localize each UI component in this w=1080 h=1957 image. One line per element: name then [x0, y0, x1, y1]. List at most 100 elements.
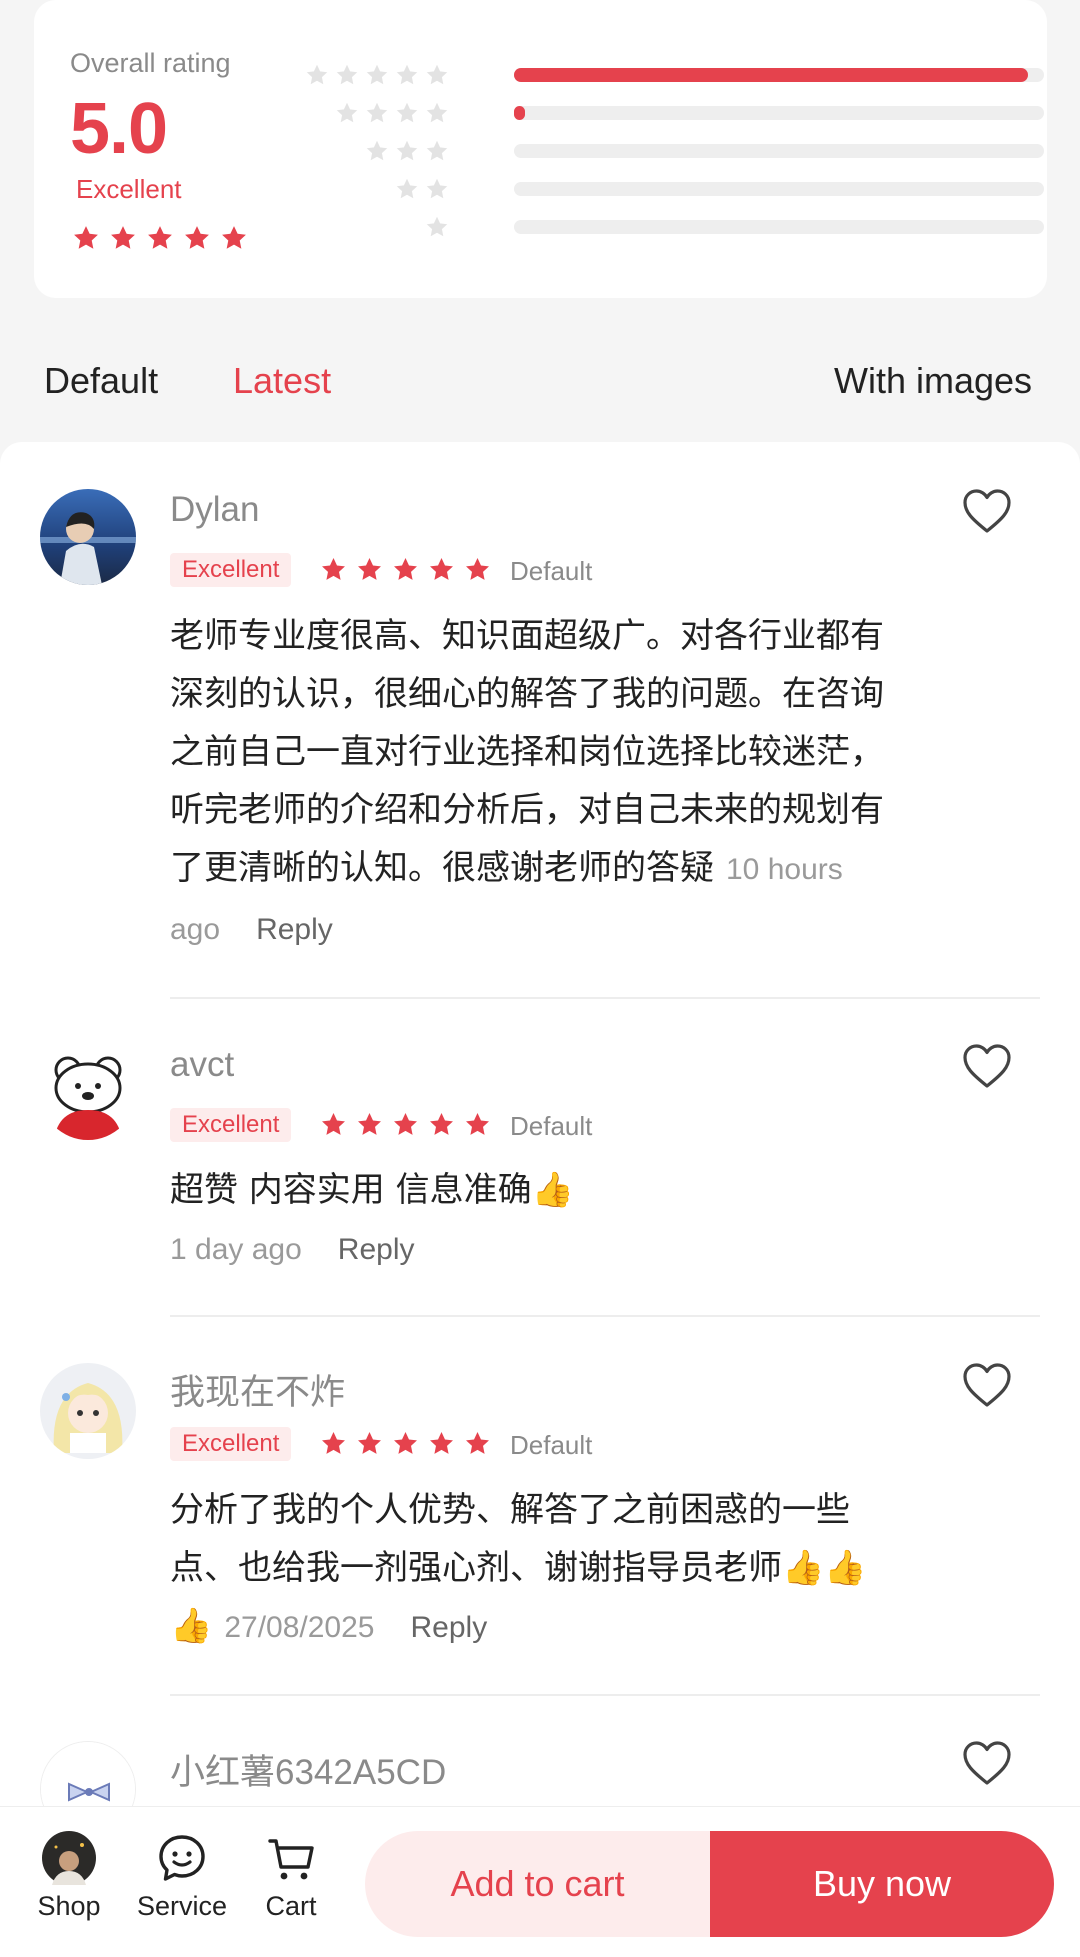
- star-icon: [464, 1430, 491, 1457]
- review-spec: Default: [510, 556, 593, 586]
- reviewer-name[interactable]: 小红薯6342A5CD: [170, 1744, 446, 1795]
- star-icon: [395, 139, 419, 163]
- review-spec: Default: [510, 1111, 593, 1141]
- rating-badge: Excellent: [170, 1427, 292, 1461]
- rating-row-4: [299, 101, 1044, 125]
- rating-row-stars: [299, 63, 449, 87]
- reply-button[interactable]: Reply: [411, 1611, 488, 1644]
- add-to-cart-button[interactable]: Add to cart: [365, 1831, 710, 1937]
- overall-rating-word: Excellent: [76, 174, 182, 204]
- reviewer-name[interactable]: avct: [170, 1045, 234, 1085]
- like-heart-icon[interactable]: [962, 488, 1012, 534]
- rating-bar: [514, 68, 1044, 82]
- rating-bar-fill: [514, 68, 1029, 82]
- review-text: 分析了我的个人优势、解答了之前困惑的一些点、也给我一剂强心剂、谢谢指导员老师👍👍…: [170, 1481, 890, 1657]
- rating-row-2: [299, 177, 1044, 201]
- star-icon: [464, 556, 491, 583]
- nav-service[interactable]: Service: [127, 1831, 237, 1922]
- rating-summary-card: Overall rating 5.0 Excellent: [34, 0, 1047, 298]
- tab-default[interactable]: Default: [44, 360, 158, 402]
- rating-row-1: [299, 215, 1044, 239]
- rating-row-stars: [299, 215, 449, 239]
- star-icon: [72, 224, 100, 252]
- star-icon: [425, 63, 449, 87]
- reply-button[interactable]: Reply: [256, 913, 333, 946]
- rating-bar: [514, 144, 1044, 158]
- star-icon: [109, 224, 137, 252]
- review-list: Dylan Excellent Default 老师专业度很高、知识面超级广。对…: [0, 442, 1080, 1806]
- review-stars: [320, 556, 491, 583]
- star-icon: [183, 224, 211, 252]
- star-icon: [365, 139, 389, 163]
- rating-bar: [514, 106, 1044, 120]
- avatar[interactable]: [40, 1741, 136, 1806]
- overall-rating-label: Overall rating: [70, 48, 231, 78]
- rating-bar: [514, 220, 1044, 234]
- star-icon: [335, 101, 359, 125]
- bottom-action-bar: Shop Service Cart Add to cart Buy now: [0, 1806, 1080, 1957]
- review-spec: Default: [510, 1430, 593, 1460]
- nav-cart[interactable]: Cart: [236, 1831, 346, 1922]
- tab-with-images[interactable]: With images: [834, 360, 1032, 402]
- review-time: 1 day ago: [170, 1233, 302, 1266]
- avatar[interactable]: [40, 1044, 136, 1140]
- review-time: 27/08/2025: [224, 1611, 375, 1644]
- shop-avatar-icon: [42, 1831, 96, 1885]
- nav-label: Shop: [37, 1891, 101, 1921]
- star-icon: [356, 1111, 383, 1138]
- reply-button[interactable]: Reply: [338, 1233, 415, 1266]
- star-icon: [395, 177, 419, 201]
- rating-badge: Excellent: [170, 1108, 292, 1142]
- star-icon: [365, 101, 389, 125]
- nav-shop[interactable]: Shop: [14, 1831, 124, 1922]
- star-icon: [395, 63, 419, 87]
- rating-bar-fill: [514, 106, 525, 120]
- star-icon: [392, 556, 419, 583]
- star-icon: [425, 101, 449, 125]
- star-icon: [395, 101, 419, 125]
- divider: [170, 1694, 1040, 1696]
- like-heart-icon[interactable]: [962, 1740, 1012, 1786]
- star-icon: [320, 556, 347, 583]
- reviewer-name[interactable]: Dylan: [170, 490, 259, 530]
- rating-row-3: [299, 139, 1044, 163]
- star-icon: [220, 224, 248, 252]
- avatar[interactable]: [40, 1363, 136, 1459]
- nav-label: Cart: [265, 1891, 317, 1921]
- avatar[interactable]: [40, 489, 136, 585]
- buy-now-button[interactable]: Buy now: [710, 1831, 1054, 1937]
- star-icon: [392, 1111, 419, 1138]
- review-meta: 1 day ago Reply: [170, 1219, 890, 1279]
- star-icon: [146, 224, 174, 252]
- rating-bar: [514, 182, 1044, 196]
- star-icon: [428, 1111, 455, 1138]
- reviewer-name[interactable]: 我现在不炸: [170, 1364, 345, 1415]
- review-body: 老师专业度很高、知识面超级广。对各行业都有深刻的认识，很细心的解答了我的问题。在…: [170, 616, 884, 888]
- rating-row-stars: [299, 177, 449, 201]
- review-text: 老师专业度很高、知识面超级广。对各行业都有深刻的认识，很细心的解答了我的问题。在…: [170, 607, 890, 959]
- star-icon: [320, 1111, 347, 1138]
- star-icon: [425, 177, 449, 201]
- service-chat-icon: [155, 1831, 209, 1885]
- like-heart-icon[interactable]: [962, 1362, 1012, 1408]
- star-icon: [356, 556, 383, 583]
- divider: [170, 1315, 1040, 1317]
- star-icon: [464, 1111, 491, 1138]
- rating-badge: Excellent: [170, 553, 292, 587]
- star-icon: [365, 63, 389, 87]
- star-icon: [428, 1430, 455, 1457]
- star-icon: [392, 1430, 419, 1457]
- overall-rating-score: 5.0: [70, 89, 168, 169]
- overall-rating-stars: [72, 224, 248, 252]
- rating-row-5: [299, 63, 1044, 87]
- rating-row-stars: [299, 139, 449, 163]
- divider: [170, 997, 1040, 999]
- review-text: 超赞 内容实用 信息准确👍: [170, 1161, 890, 1219]
- star-icon: [428, 556, 455, 583]
- tab-latest[interactable]: Latest: [233, 360, 331, 402]
- rating-row-stars: [299, 101, 449, 125]
- cart-icon: [264, 1831, 318, 1885]
- star-icon: [356, 1430, 383, 1457]
- star-icon: [335, 63, 359, 87]
- like-heart-icon[interactable]: [962, 1043, 1012, 1089]
